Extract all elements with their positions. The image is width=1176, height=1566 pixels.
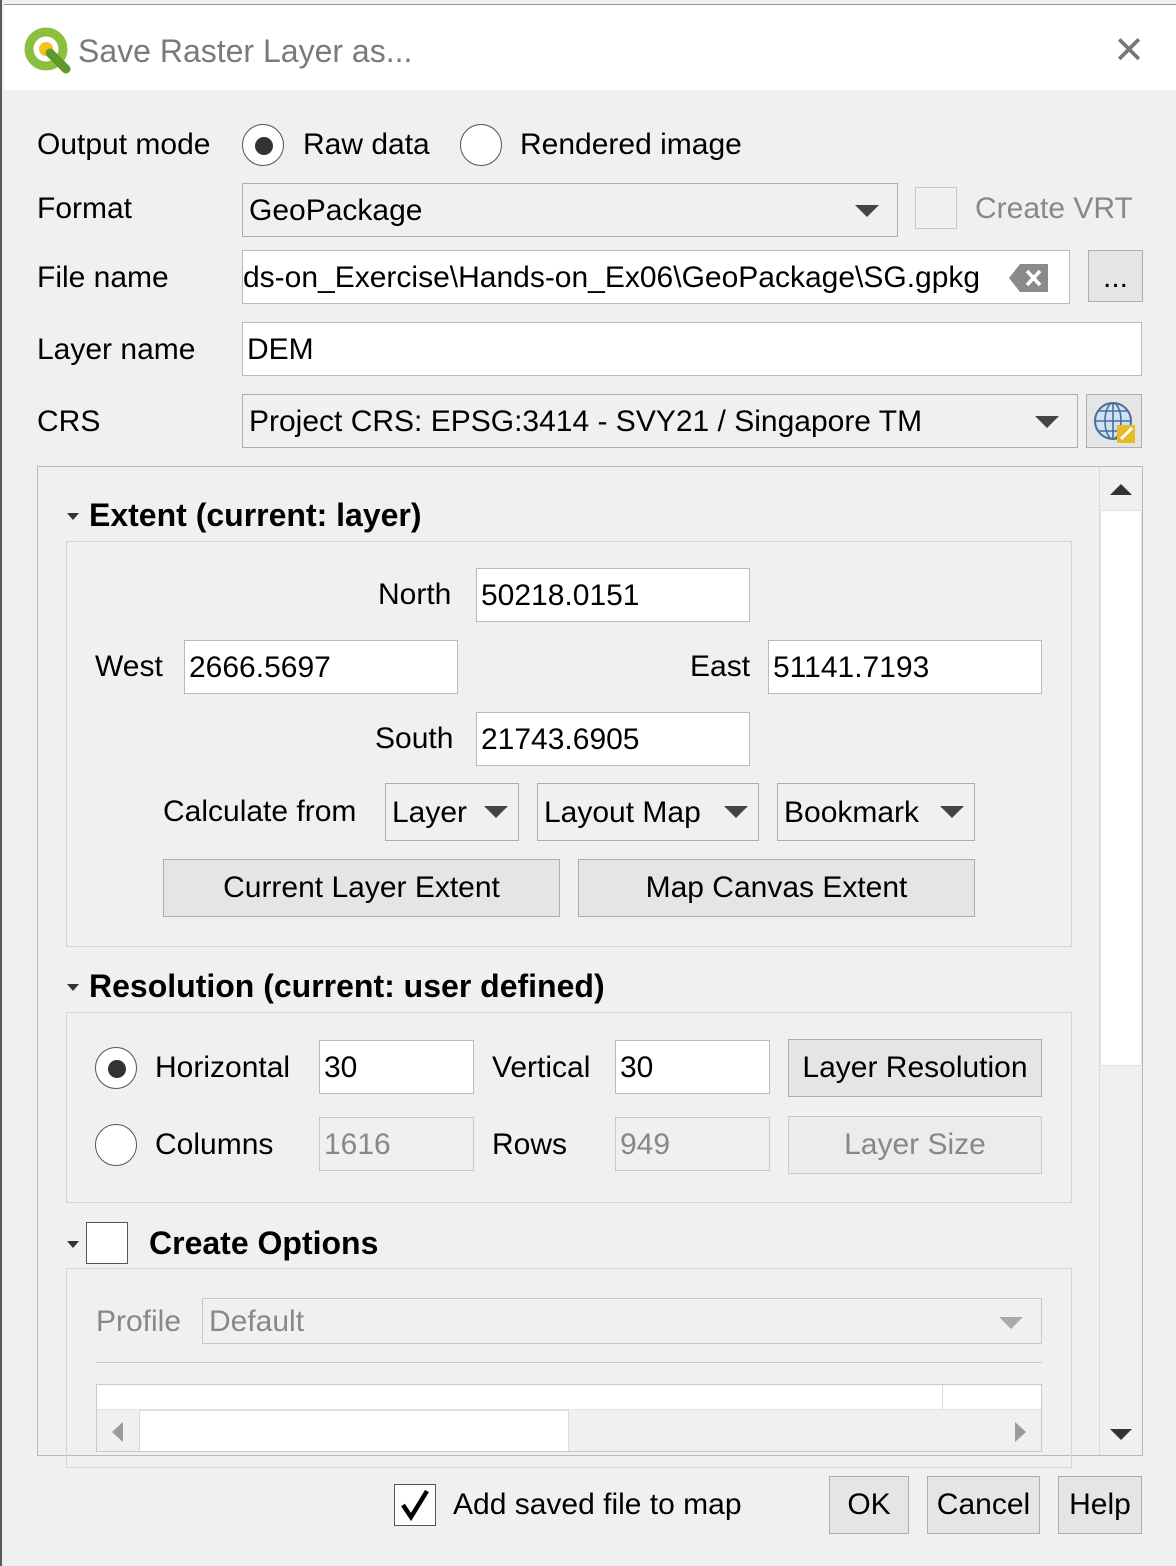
file-name-value: ds-on_Exercise\Hands-on_Ex06\GeoPackage\…: [243, 261, 981, 294]
qgis-logo-icon: [24, 27, 71, 74]
globe-icon: [1094, 402, 1135, 443]
cancel-button[interactable]: Cancel: [927, 1476, 1040, 1534]
profile-value: Default: [209, 1305, 305, 1338]
layer-resolution-button[interactable]: Layer Resolution: [788, 1039, 1042, 1097]
scroll-right-icon[interactable]: [1011, 1420, 1029, 1444]
format-value: GeoPackage: [249, 194, 423, 227]
current-layer-extent-button[interactable]: Current Layer Extent: [163, 859, 560, 917]
resolution-section-title[interactable]: Resolution (current: user defined): [89, 968, 605, 1005]
calc-from-layout-map-label: Layout Map: [544, 796, 701, 829]
columns-label[interactable]: Columns: [155, 1128, 273, 1162]
chevron-down-icon: [1035, 416, 1059, 428]
profile-label: Profile: [96, 1305, 182, 1338]
layer-name-input[interactable]: DEM: [242, 322, 1142, 376]
west-input[interactable]: 2666.5697: [184, 640, 458, 694]
scroll-down-icon[interactable]: [1108, 1426, 1134, 1444]
checkmark-icon: [401, 1489, 429, 1522]
rendered-image-label[interactable]: Rendered image: [520, 128, 742, 162]
create-options-title[interactable]: Create Options: [149, 1225, 378, 1262]
raw-data-radio[interactable]: [242, 124, 284, 166]
add-to-map-label[interactable]: Add saved file to map: [453, 1488, 742, 1522]
collapse-resolution-icon[interactable]: [67, 984, 79, 991]
horizontal-label[interactable]: Horizontal: [155, 1051, 290, 1085]
layer-name-label: Layer name: [37, 333, 196, 366]
chevron-down-icon: [484, 806, 508, 818]
vertical-label: Vertical: [492, 1051, 591, 1084]
vertical-input[interactable]: 30: [615, 1040, 770, 1094]
window-title: Save Raster Layer as...: [78, 33, 413, 69]
save-raster-dialog: Save Raster Layer as... ✕ Output mode Ra…: [0, 0, 1176, 1566]
divider: [96, 1362, 1042, 1363]
create-vrt-label: Create VRT: [975, 192, 1133, 225]
create-vrt-checkbox[interactable]: [915, 187, 957, 229]
browse-button[interactable]: ...: [1088, 250, 1143, 302]
rows-input[interactable]: 949: [615, 1117, 770, 1171]
clear-text-icon[interactable]: [1008, 262, 1050, 294]
map-canvas-extent-button[interactable]: Map Canvas Extent: [578, 859, 975, 917]
chevron-down-icon: [940, 806, 964, 818]
create-options-checkbox[interactable]: [86, 1222, 128, 1264]
crs-value: Project CRS: EPSG:3414 - SVY21 / Singapo…: [249, 405, 923, 438]
north-input[interactable]: 50218.0151: [476, 568, 750, 622]
calc-from-layer-label: Layer: [392, 796, 468, 829]
east-label: East: [690, 650, 751, 683]
horizontal-input[interactable]: 30: [319, 1040, 474, 1094]
calc-from-bookmark-label: Bookmark: [784, 796, 920, 829]
horizontal-scroll-thumb[interactable]: [139, 1410, 569, 1451]
chevron-down-icon: [855, 205, 879, 217]
crs-select[interactable]: Project CRS: EPSG:3414 - SVY21 / Singapo…: [242, 394, 1078, 448]
ok-button[interactable]: OK: [829, 1476, 909, 1534]
columns-radio[interactable]: [95, 1124, 137, 1166]
east-input[interactable]: 51141.7193: [768, 640, 1042, 694]
file-name-label: File name: [37, 261, 169, 294]
vertical-scroll-thumb[interactable]: [1100, 510, 1142, 1066]
north-label: North: [378, 578, 452, 611]
chevron-down-icon: [724, 806, 748, 818]
add-to-map-checkbox[interactable]: [394, 1484, 436, 1526]
calc-from-bookmark-button[interactable]: Bookmark: [777, 783, 975, 841]
output-mode-label: Output mode: [37, 128, 211, 161]
profile-select[interactable]: Default: [202, 1298, 1042, 1344]
columns-input[interactable]: 1616: [319, 1117, 474, 1171]
calc-from-layer-button[interactable]: Layer: [385, 783, 519, 841]
title-bar: Save Raster Layer as... ✕: [4, 4, 1176, 90]
chevron-down-icon: [999, 1317, 1023, 1329]
layer-size-button[interactable]: Layer Size: [788, 1116, 1042, 1174]
rows-label: Rows: [492, 1128, 568, 1161]
format-select[interactable]: GeoPackage: [242, 183, 898, 237]
raw-data-label[interactable]: Raw data: [303, 128, 430, 162]
south-label: South: [375, 722, 454, 755]
table-header-divider: [942, 1385, 943, 1409]
extent-section-title[interactable]: Extent (current: layer): [89, 497, 422, 534]
south-input[interactable]: 21743.6905: [476, 712, 750, 766]
rendered-image-radio[interactable]: [460, 124, 502, 166]
file-name-input[interactable]: ds-on_Exercise\Hands-on_Ex06\GeoPackage\…: [242, 250, 1070, 304]
calculate-from-label: Calculate from: [163, 795, 357, 828]
close-icon[interactable]: ✕: [1109, 31, 1149, 71]
crs-label: CRS: [37, 405, 101, 438]
scroll-left-icon[interactable]: [109, 1420, 127, 1444]
help-button[interactable]: Help: [1058, 1476, 1142, 1534]
format-label: Format: [37, 192, 133, 225]
options-table[interactable]: [96, 1384, 1042, 1452]
collapse-extent-icon[interactable]: [67, 513, 79, 520]
horizontal-scrollbar[interactable]: [97, 1409, 1041, 1451]
select-crs-button[interactable]: [1086, 394, 1142, 448]
scroll-up-icon[interactable]: [1108, 480, 1134, 498]
west-label: West: [95, 650, 163, 683]
calc-from-layout-map-button[interactable]: Layout Map: [537, 783, 759, 841]
horizontal-radio[interactable]: [95, 1047, 137, 1089]
collapse-create-options-icon[interactable]: [67, 1241, 79, 1248]
